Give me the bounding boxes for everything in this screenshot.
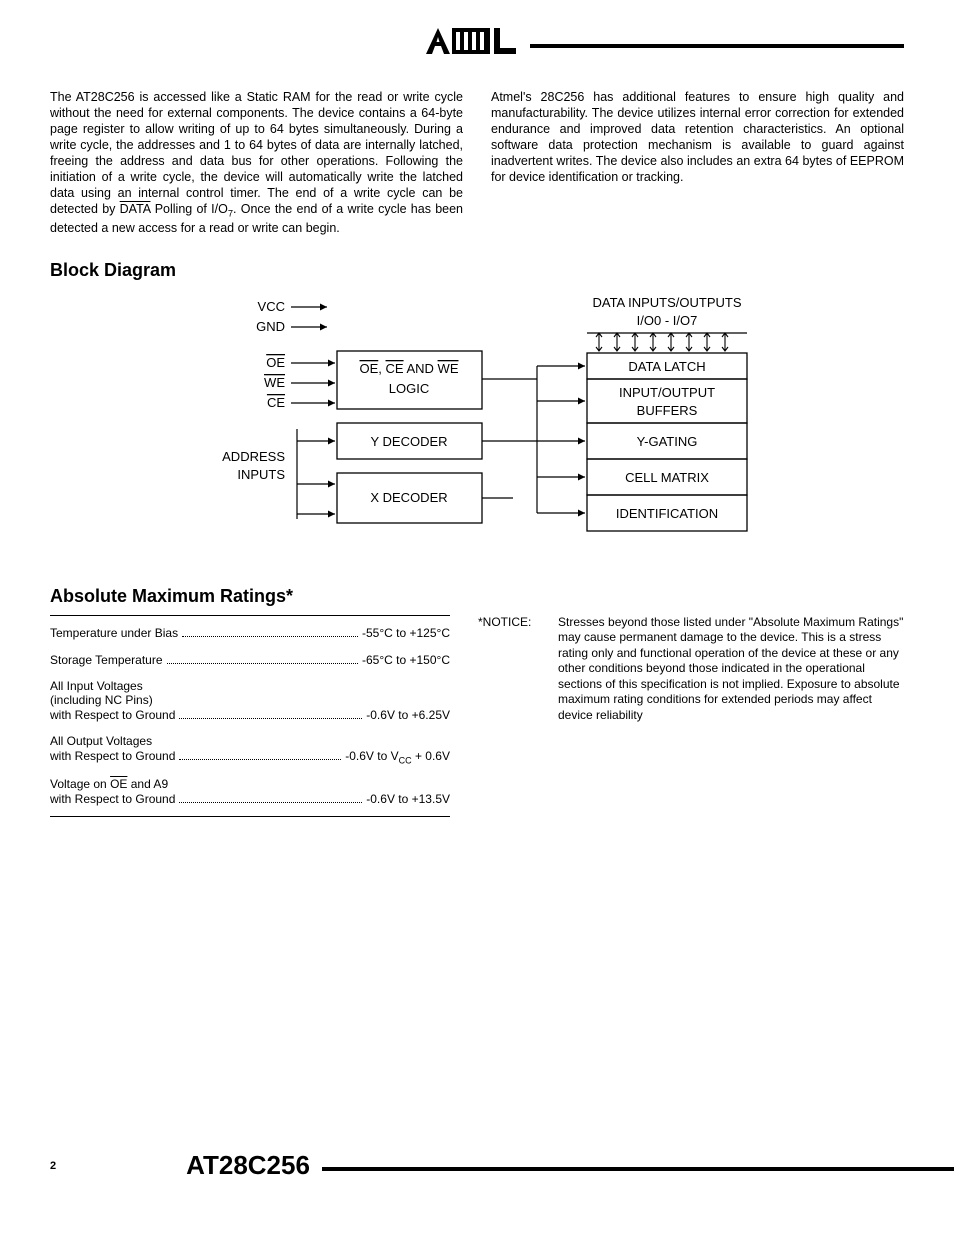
svg-text:INPUT/OUTPUT: INPUT/OUTPUT	[619, 385, 715, 400]
page-header	[50, 24, 904, 61]
svg-text:INPUTS: INPUTS	[237, 467, 285, 482]
svg-text:CE: CE	[267, 395, 285, 410]
svg-text:Y-GATING: Y-GATING	[637, 434, 698, 449]
rating-storage-temp: Storage Temperature -65°C to +150°C	[50, 652, 450, 667]
intro-right-text: Atmel's 28C256 has additional features t…	[491, 90, 904, 184]
intro-right: Atmel's 28C256 has additional features t…	[491, 89, 904, 236]
svg-text:LOGIC: LOGIC	[389, 381, 429, 396]
intro-columns: The AT28C256 is accessed like a Static R…	[50, 89, 904, 236]
ratings-box: Temperature under Bias -55°C to +125°C S…	[50, 615, 450, 817]
footer-title: AT28C256	[186, 1150, 310, 1181]
svg-text:IDENTIFICATION: IDENTIFICATION	[616, 506, 718, 521]
svg-text:I/O0 - I/O7: I/O0 - I/O7	[637, 313, 698, 328]
svg-text:CELL MATRIX: CELL MATRIX	[625, 470, 709, 485]
svg-text:BUFFERS: BUFFERS	[637, 403, 698, 418]
atmel-logo	[424, 24, 524, 61]
svg-text:GND: GND	[256, 319, 285, 334]
rating-input-voltages: All Input Voltages (including NC Pins) w…	[50, 679, 450, 722]
svg-text:X DECODER: X DECODER	[370, 490, 447, 505]
rating-temp-bias: Temperature under Bias -55°C to +125°C	[50, 626, 450, 641]
abs-max-heading: Absolute Maximum Ratings*	[50, 586, 904, 607]
notice-text: Stresses beyond those listed under "Abso…	[558, 615, 904, 724]
svg-text:DATA LATCH: DATA LATCH	[628, 359, 705, 374]
intro-left: The AT28C256 is accessed like a Static R…	[50, 89, 463, 236]
svg-text:OE, CE AND WE: OE, CE AND WE	[359, 361, 458, 376]
svg-text:VCC: VCC	[258, 299, 285, 314]
block-diagram-heading: Block Diagram	[50, 260, 904, 281]
block-diagram: VCC GND OE WE CE ADDRESS INPUTS OE, CE A…	[50, 289, 904, 562]
svg-text:ADDRESS: ADDRESS	[222, 449, 285, 464]
intro-left-text: The AT28C256 is accessed like a Static R…	[50, 90, 463, 235]
svg-text:WE: WE	[264, 375, 285, 390]
svg-text:OE: OE	[266, 355, 285, 370]
page-number: 2	[50, 1160, 56, 1172]
svg-text:DATA INPUTS/OUTPUTS: DATA INPUTS/OUTPUTS	[592, 295, 741, 310]
rating-oe-a9-voltage: Voltage on OE and A9 with Respect to Gro…	[50, 777, 450, 806]
rating-output-voltages: All Output Voltages with Respect to Grou…	[50, 734, 450, 765]
svg-text:Y DECODER: Y DECODER	[370, 434, 447, 449]
page-footer: 2 AT28C256	[50, 1150, 954, 1181]
notice-label: *NOTICE:	[478, 615, 558, 724]
notice-block: *NOTICE: Stresses beyond those listed un…	[478, 615, 904, 724]
